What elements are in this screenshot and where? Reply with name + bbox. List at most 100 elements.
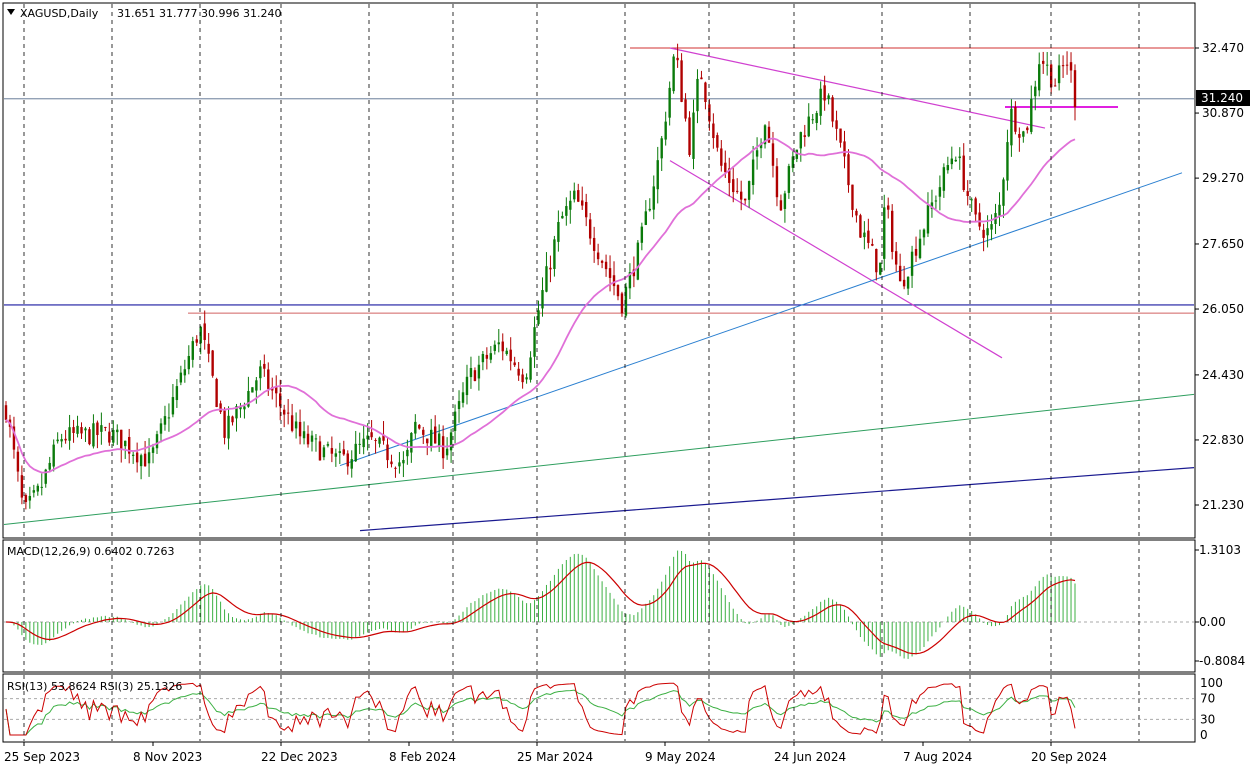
- time-tick-label: 24 Jun 2024: [774, 750, 846, 764]
- candle-body: [402, 459, 405, 464]
- rsi-tick-label: 70: [1200, 692, 1215, 706]
- candle-body: [96, 422, 99, 436]
- candle-body: [48, 462, 51, 470]
- candle-body: [465, 376, 469, 396]
- price-tick-label: 26.050: [1202, 302, 1244, 316]
- candle-body: [227, 415, 230, 439]
- candle-body: [867, 230, 870, 243]
- candle-body: [736, 190, 739, 192]
- candle-body: [481, 353, 485, 363]
- candle-body: [783, 193, 787, 209]
- rsi-tick-label: 100: [1200, 676, 1223, 690]
- candle-body: [863, 232, 866, 238]
- candle-body: [505, 350, 508, 355]
- rsi-axis: 100 70 30 0: [1200, 676, 1223, 742]
- candle-body: [40, 486, 43, 488]
- candle-body: [175, 386, 179, 401]
- candle-body: [569, 200, 572, 210]
- candle-body: [430, 429, 433, 447]
- candle-body: [32, 490, 36, 493]
- candle-body: [1049, 64, 1053, 88]
- candle-body: [596, 252, 600, 260]
- candle-body: [577, 190, 580, 202]
- candle-body: [120, 429, 123, 450]
- price-panel-frame: [2, 2, 1196, 539]
- candle-body: [298, 421, 302, 437]
- candle-body: [211, 350, 214, 376]
- candle-body: [573, 190, 576, 200]
- candle-body: [469, 368, 473, 378]
- candle-body: [374, 440, 377, 442]
- candle-body: [533, 327, 536, 357]
- price-tick-label: 24.430: [1202, 368, 1244, 382]
- candle-body: [839, 128, 842, 143]
- candle-body: [565, 206, 568, 216]
- candle-body: [604, 261, 608, 270]
- ohlc-label: 31.651 31.777 30.996 31.240: [117, 7, 281, 20]
- candle-body: [970, 199, 973, 201]
- candle-body: [588, 219, 592, 239]
- candle-body: [902, 279, 906, 287]
- candle-body: [581, 200, 584, 206]
- candle-body: [879, 262, 882, 275]
- rsi-panel[interactable]: RSI(13) 53.8624 RSI(3) 25.1326: [2, 673, 1196, 743]
- candle-body: [1018, 134, 1021, 138]
- candle-body: [453, 411, 457, 431]
- candle-body: [652, 186, 655, 210]
- candle-body: [771, 143, 775, 166]
- candle-body: [259, 366, 262, 379]
- candle-body: [243, 406, 246, 410]
- candle-body: [974, 198, 977, 215]
- candle-body: [263, 363, 266, 369]
- candle-body: [457, 401, 461, 410]
- candle-body: [76, 425, 79, 434]
- candle-body: [553, 239, 556, 269]
- time-tick-label: 7 Aug 2024: [903, 750, 972, 764]
- candle-body: [998, 204, 1001, 216]
- candle-body: [517, 368, 520, 376]
- time-tick-label: 25 Sep 2023: [4, 750, 80, 764]
- candle-body: [521, 374, 524, 383]
- candle-body: [755, 150, 759, 157]
- candle-body: [890, 210, 894, 252]
- candle-body: [251, 387, 254, 393]
- price-tick-label: 22.830: [1202, 433, 1244, 447]
- candle-body: [60, 439, 63, 442]
- candle-body: [167, 417, 171, 419]
- candle-body: [847, 154, 850, 186]
- candle-body: [775, 166, 779, 198]
- candle-body: [104, 426, 107, 428]
- candle-body: [608, 268, 612, 278]
- candle-body: [747, 181, 751, 200]
- time-tick-label: 20 Sep 2024: [1031, 750, 1107, 764]
- candle-body: [489, 353, 493, 360]
- trading-chart[interactable]: XAGUSD,Daily 31.651 31.777 30.996 31.240…: [0, 0, 1258, 771]
- candle-body: [724, 162, 727, 173]
- candle-body: [612, 275, 616, 287]
- price-panel[interactable]: XAGUSD,Daily 31.651 31.777 30.996 31.240: [2, 2, 1196, 539]
- candle-body: [743, 198, 747, 201]
- candle-body: [326, 444, 330, 446]
- candle-body: [28, 495, 32, 501]
- candle-body: [314, 438, 318, 440]
- candle-body: [887, 205, 890, 210]
- macd-tick-label: 0.00: [1199, 615, 1226, 629]
- price-tick-label: 27.650: [1202, 237, 1244, 251]
- candle-body: [712, 123, 715, 139]
- candle-body: [950, 158, 954, 165]
- candle-body: [290, 415, 294, 431]
- macd-panel[interactable]: MACD(12,26,9) 0.6402 0.7263: [2, 539, 1196, 673]
- candle-body: [195, 339, 198, 343]
- candle-body: [1042, 60, 1045, 64]
- candle-body: [36, 485, 39, 492]
- candle-body: [275, 387, 278, 394]
- candle-body: [410, 432, 413, 453]
- candle-body: [310, 435, 314, 442]
- candle-body: [394, 467, 397, 469]
- price-tick-label: 21.230: [1202, 498, 1244, 512]
- candle-body: [545, 266, 548, 292]
- candle-body: [561, 215, 564, 219]
- candle-body: [203, 323, 206, 340]
- candle-body: [676, 57, 679, 61]
- candle-body: [823, 85, 826, 101]
